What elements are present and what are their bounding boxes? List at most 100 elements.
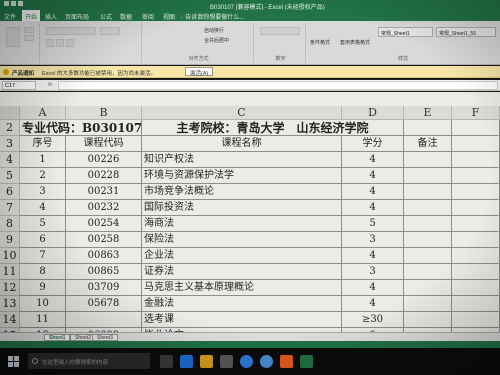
fx-icon[interactable]: fx <box>48 82 52 88</box>
cell[interactable] <box>452 200 500 216</box>
row-header[interactable]: 12 <box>0 280 20 296</box>
name-box[interactable]: C17 <box>2 81 36 90</box>
italic-button[interactable] <box>56 39 64 47</box>
credit-cell[interactable]: 3 <box>342 232 404 248</box>
cell[interactable] <box>452 152 500 168</box>
cell[interactable] <box>452 248 500 264</box>
tab-file[interactable]: 文件 <box>4 12 16 21</box>
taskbar-search[interactable]: 在这里输入你要搜索的内容 <box>28 353 150 369</box>
cell[interactable] <box>404 232 452 248</box>
seq-cell[interactable]: 9 <box>20 280 66 296</box>
course-name-cell[interactable]: 马克思主义基本原理概论 <box>142 280 342 296</box>
course-code-cell[interactable]: 00254 <box>66 216 142 232</box>
cell[interactable] <box>452 232 500 248</box>
windows-start-icon[interactable] <box>8 356 20 368</box>
column-header-b[interactable]: B <box>66 106 142 120</box>
cell[interactable] <box>452 216 500 232</box>
course-name-cell[interactable]: 选考课 <box>142 312 342 328</box>
cut-button[interactable] <box>24 27 34 33</box>
seq-cell[interactable]: 11 <box>20 312 66 328</box>
course-code-cell[interactable]: 00232 <box>66 200 142 216</box>
paste-button[interactable] <box>6 27 20 47</box>
column-header-d[interactable]: D <box>342 106 404 120</box>
sheet-tab-1[interactable]: Sheet1 <box>44 334 71 341</box>
row-header[interactable]: 9 <box>0 232 20 248</box>
tell-me-search[interactable]: ◌ 告诉我你想要做什么... <box>180 12 244 21</box>
header-credit-cell[interactable]: 学分 <box>342 136 404 152</box>
row-header[interactable]: 5 <box>0 168 20 184</box>
cell[interactable] <box>404 264 452 280</box>
tab-review[interactable]: 审阅 <box>142 12 154 21</box>
credit-cell[interactable]: 4 <box>342 200 404 216</box>
conditional-format-button[interactable]: 条件格式 <box>310 39 330 46</box>
row-header[interactable]: 13 <box>0 296 20 312</box>
wrap-text-button[interactable]: 自动换行 <box>204 27 224 34</box>
bold-button[interactable] <box>46 39 54 47</box>
credit-cell[interactable]: 4 <box>342 152 404 168</box>
column-header-f[interactable]: F <box>452 106 500 120</box>
course-name-cell[interactable]: 海商法 <box>142 216 342 232</box>
cell-style-1[interactable]: 常规_Sheet1 <box>378 27 433 37</box>
browser2-icon[interactable] <box>260 355 273 368</box>
credit-cell[interactable]: 4 <box>342 168 404 184</box>
underline-button[interactable] <box>66 39 74 47</box>
cell[interactable] <box>404 216 452 232</box>
course-name-cell[interactable]: 企业法 <box>142 248 342 264</box>
row-header[interactable]: 3 <box>0 136 20 152</box>
header-code-cell[interactable]: 课程代码 <box>66 136 142 152</box>
row-header[interactable]: 7 <box>0 200 20 216</box>
select-all-corner[interactable] <box>0 106 20 120</box>
tab-insert[interactable]: 插入 <box>45 12 57 21</box>
tab-view[interactable]: 视图 <box>163 12 175 21</box>
seq-cell[interactable]: 1 <box>20 152 66 168</box>
cell[interactable] <box>452 136 500 152</box>
tab-formulas[interactable]: 公式 <box>100 12 112 21</box>
copy-button[interactable] <box>24 35 34 41</box>
course-name-cell[interactable]: 国际投资法 <box>142 200 342 216</box>
column-header-c[interactable]: C <box>142 106 342 120</box>
column-header-a[interactable]: A <box>20 106 66 120</box>
course-code-cell[interactable]: 00863 <box>66 248 142 264</box>
course-name-cell[interactable]: 保险法 <box>142 232 342 248</box>
formula-input[interactable] <box>58 81 498 90</box>
row-header[interactable]: 8 <box>0 216 20 232</box>
cell[interactable] <box>404 312 452 328</box>
row-header[interactable]: 2 <box>0 120 20 136</box>
cell[interactable] <box>452 264 500 280</box>
quick-access-toolbar[interactable] <box>4 1 34 9</box>
app-icon[interactable] <box>280 355 293 368</box>
cell[interactable] <box>452 168 500 184</box>
file-explorer-icon[interactable] <box>200 355 213 368</box>
tab-home[interactable]: 开始 <box>22 10 41 21</box>
header-seq-cell[interactable]: 序号 <box>20 136 66 152</box>
row-header[interactable]: 6 <box>0 184 20 200</box>
excel-icon[interactable] <box>300 355 313 368</box>
seq-cell[interactable]: 8 <box>20 264 66 280</box>
header-course-cell[interactable]: 课程名称 <box>142 136 342 152</box>
cell[interactable] <box>452 280 500 296</box>
seq-cell[interactable]: 5 <box>20 216 66 232</box>
font-name-select[interactable] <box>46 27 96 35</box>
activate-button[interactable]: 激活(A) <box>185 67 214 77</box>
school-title-cell[interactable]: 主考院校：青岛大学 山东经济学院 <box>142 120 404 136</box>
cell[interactable] <box>404 200 452 216</box>
row-header[interactable]: 14 <box>0 312 20 328</box>
cell-style-2[interactable]: 常规_Sheet1_55 <box>436 27 496 37</box>
seq-cell[interactable]: 2 <box>20 168 66 184</box>
cell[interactable] <box>452 120 500 136</box>
cell[interactable] <box>452 296 500 312</box>
seq-cell[interactable]: 4 <box>20 200 66 216</box>
worksheet-grid[interactable]: A B C D E F 2 专业代码：B030107 主考院校：青岛大学 山东经… <box>0 92 500 332</box>
cell[interactable] <box>404 168 452 184</box>
course-code-cell[interactable]: 00228 <box>66 168 142 184</box>
course-code-cell[interactable]: 03709 <box>66 280 142 296</box>
course-name-cell[interactable]: 金融法 <box>142 296 342 312</box>
credit-cell[interactable]: 4 <box>342 184 404 200</box>
course-name-cell[interactable]: 知识产权法 <box>142 152 342 168</box>
row-header[interactable]: 11 <box>0 264 20 280</box>
major-code-cell[interactable]: 专业代码：B030107 <box>20 120 142 136</box>
store-icon[interactable] <box>220 355 233 368</box>
header-remark-cell[interactable]: 备注 <box>404 136 452 152</box>
merge-center-button[interactable]: 合并后居中 <box>204 37 229 44</box>
seq-cell[interactable]: 3 <box>20 184 66 200</box>
